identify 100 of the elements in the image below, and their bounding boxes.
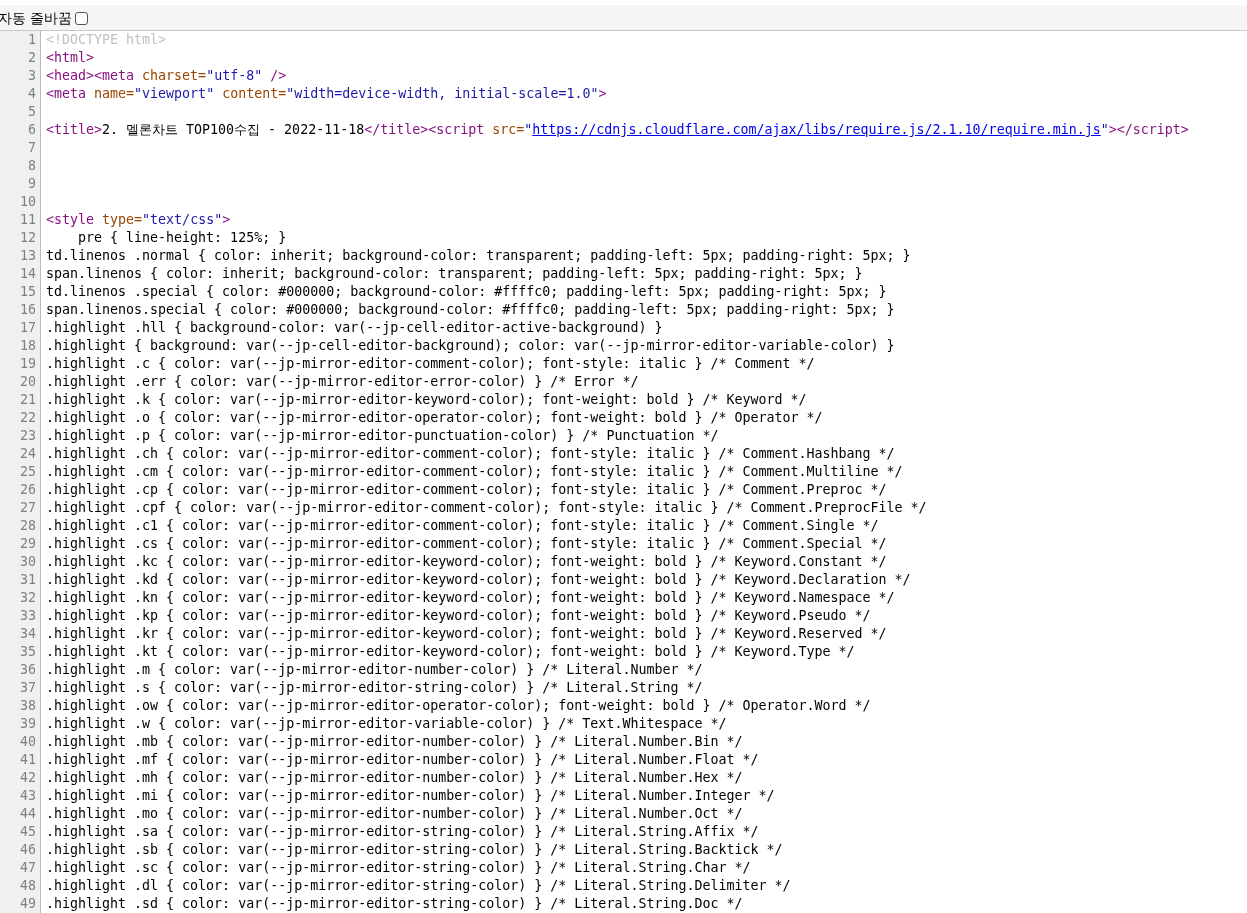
line-number: 27 bbox=[20, 499, 36, 517]
code-text: .highlight .o { color: var(--jp-mirror-editor-operator-color); font-weight: bold } /* Operator */ bbox=[46, 410, 823, 425]
line-number: 25 bbox=[20, 463, 36, 481]
code-text: .highlight .kd { color: var(--jp-mirror-editor-keyword-color); font-weight: bold } /* Keyword.Declaration */ bbox=[46, 572, 911, 587]
code-text: td.linenos .normal { color: inherit; background-color: transparent; padding-left: 5px; padding-right: 5px; } bbox=[46, 248, 911, 263]
code-text: .highlight .dl { color: var(--jp-mirror-editor-string-color) } /* Literal.String.Delimiter */ bbox=[46, 878, 791, 893]
line-number: 24 bbox=[20, 445, 36, 463]
code-text: .highlight { background: var(--jp-cell-editor-background); color: var(--jp-mirror-editor-variable-color) } bbox=[46, 338, 895, 353]
line-number: 9 bbox=[28, 175, 36, 193]
markup-token: <html> bbox=[46, 50, 95, 65]
line-number: 49 bbox=[20, 895, 36, 913]
markup-token: content= bbox=[221, 86, 287, 101]
markup-token: ></script> bbox=[1108, 122, 1189, 137]
code-text: .highlight .kr { color: var(--jp-mirror-editor-keyword-color); font-weight: bold } /* Keyword.Reserved */ bbox=[46, 626, 887, 641]
line-number: 48 bbox=[20, 877, 36, 895]
code-text: .highlight .err { color: var(--jp-mirror-editor-error-color) } /* Error */ bbox=[46, 374, 639, 389]
line-number: 10 bbox=[20, 193, 36, 211]
markup-token: <meta bbox=[46, 86, 87, 101]
markup-token: name= bbox=[93, 86, 135, 101]
link[interactable]: https://cdnjs.cloudflare.com/ajax/libs/require.js/2.1.10/require.min.js bbox=[532, 122, 1101, 137]
markup-token: /> bbox=[269, 68, 287, 83]
line-number: 14 bbox=[20, 265, 36, 283]
markup-token: src= bbox=[491, 122, 525, 137]
code-text: .highlight .hll { background-color: var(--jp-cell-editor-active-background) } bbox=[46, 320, 663, 335]
code-text: .highlight .mf { color: var(--jp-mirror-editor-number-color) } /* Literal.Number.Float */ bbox=[46, 752, 759, 767]
code-text: td.linenos .special { color: #000000; background-color: #ffffc0; padding-left: 5px; padding-right: 5px; } bbox=[46, 284, 887, 299]
line-number: 5 bbox=[28, 103, 36, 121]
code-text: pre { line-height: 125%; } bbox=[77, 230, 287, 245]
code-text: span.linenos.special { color: #000000; background-color: #ffffc0; padding-left: 5px; padding-right: 5px; } bbox=[46, 302, 895, 317]
line-number: 19 bbox=[20, 355, 36, 373]
code-text: .highlight .p { color: var(--jp-mirror-editor-punctuation-color) } /* Punctuation */ bbox=[46, 428, 719, 443]
line-number: 29 bbox=[20, 535, 36, 553]
markup-token: charset= bbox=[141, 68, 207, 83]
markup-token: "viewport" bbox=[134, 86, 215, 101]
code-text: .highlight .cm { color: var(--jp-mirror-editor-comment-color); font-style: italic } /* Comment.Multiline */ bbox=[46, 464, 903, 479]
code-text: .highlight .sc { color: var(--jp-mirror-editor-string-color) } /* Literal.String.Char */ bbox=[46, 860, 751, 875]
markup-token: "text/css" bbox=[142, 212, 223, 227]
line-number: 45 bbox=[20, 823, 36, 841]
line-number: 7 bbox=[28, 139, 36, 157]
line-number: 1 bbox=[28, 31, 36, 49]
line-number: 31 bbox=[20, 571, 36, 589]
line-number: 4 bbox=[28, 85, 36, 103]
code-text: .highlight .kt { color: var(--jp-mirror-editor-keyword-color); font-weight: bold } /* Keyword.Type */ bbox=[46, 644, 855, 659]
code-text: .highlight .s { color: var(--jp-mirror-editor-string-color) } /* Literal.String */ bbox=[46, 680, 703, 695]
code-text: .highlight .sa { color: var(--jp-mirror-editor-string-color) } /* Literal.String.Affix */ bbox=[46, 824, 759, 839]
line-number: 22 bbox=[20, 409, 36, 427]
line-number: 38 bbox=[20, 697, 36, 715]
line-number: 8 bbox=[28, 157, 36, 175]
code-text: .highlight .ch { color: var(--jp-mirror-editor-comment-color); font-style: italic } /* Comment.Hashbang */ bbox=[46, 446, 895, 461]
code-text: .highlight .mb { color: var(--jp-mirror-editor-number-color) } /* Literal.Number.Bin */ bbox=[46, 734, 743, 749]
code-text: .highlight .k { color: var(--jp-mirror-editor-keyword-color); font-weight: bold } /* Keyword */ bbox=[46, 392, 807, 407]
code-text: .highlight .kp { color: var(--jp-mirror-editor-keyword-color); font-weight: bold } /* Keyword.Pseudo */ bbox=[46, 608, 871, 623]
line-number: 33 bbox=[20, 607, 36, 625]
code-text: .highlight .kc { color: var(--jp-mirror-editor-keyword-color); font-weight: bold } /* Keyword.Constant */ bbox=[46, 554, 887, 569]
line-number: 42 bbox=[20, 769, 36, 787]
line-number: 12 bbox=[20, 229, 36, 247]
checkbox[interactable] bbox=[74, 11, 88, 25]
markup-token: <title> bbox=[46, 122, 103, 137]
code-text: .highlight .w { color: var(--jp-mirror-editor-variable-color) } /* Text.Whitespace */ bbox=[46, 716, 727, 731]
markup-token: <style bbox=[46, 212, 95, 227]
line-number: 13 bbox=[20, 247, 36, 265]
markup-token: <head><meta bbox=[46, 68, 135, 83]
line-number: 40 bbox=[20, 733, 36, 751]
line-number: 2 bbox=[28, 49, 36, 67]
markup-token: "width=device-width, initial-scale=1.0" bbox=[286, 86, 599, 101]
code-text: .highlight .cs { color: var(--jp-mirror-editor-comment-color); font-style: italic } /* Comment.Special */ bbox=[46, 536, 887, 551]
code-text: .highlight .c1 { color: var(--jp-mirror-editor-comment-color); font-style: italic } /* Comment.Single */ bbox=[46, 518, 879, 533]
line-number: 16 bbox=[20, 301, 36, 319]
code-text: .highlight .mh { color: var(--jp-mirror-editor-number-color) } /* Literal.Number.Hex */ bbox=[46, 770, 743, 785]
markup-token: " bbox=[1100, 122, 1109, 137]
code-text: .highlight .cp { color: var(--jp-mirror-editor-comment-color); font-style: italic } /* Comment.Preproc */ bbox=[46, 482, 887, 497]
markup-token: <!DOCTYPE html> bbox=[46, 32, 167, 47]
line-number: 30 bbox=[20, 553, 36, 571]
line-number: 37 bbox=[20, 679, 36, 697]
code-text: .highlight .sb { color: var(--jp-mirror-editor-string-color) } /* Literal.String.Backtick */ bbox=[46, 842, 783, 857]
line-number: 41 bbox=[20, 751, 36, 769]
line-number: 26 bbox=[20, 481, 36, 499]
line-number: 34 bbox=[20, 625, 36, 643]
markup-token: > bbox=[222, 212, 231, 227]
line-number: 43 bbox=[20, 787, 36, 805]
markup-token: " bbox=[524, 122, 533, 137]
code-text: .highlight .mo { color: var(--jp-mirror-editor-number-color) } /* Literal.Number.Oct */ bbox=[46, 806, 743, 821]
line-number: 20 bbox=[20, 373, 36, 391]
line-number: 15 bbox=[20, 283, 36, 301]
line-number: 36 bbox=[20, 661, 36, 679]
line-number: 17 bbox=[20, 319, 36, 337]
code-text: span.linenos { color: inherit; background-color: transparent; padding-left: 5px; padding-right: 5px; } bbox=[46, 266, 863, 281]
line-number: 46 bbox=[20, 841, 36, 859]
line-number: 35 bbox=[20, 643, 36, 661]
line-number: 44 bbox=[20, 805, 36, 823]
code-text: .highlight .sd { color: var(--jp-mirror-editor-string-color) } /* Literal.String.Doc */ bbox=[46, 896, 743, 911]
line-number: 23 bbox=[20, 427, 36, 445]
markup-token: </title><script bbox=[364, 122, 485, 137]
code-text: .highlight .c { color: var(--jp-mirror-editor-comment-color); font-style: italic } /* Comment */ bbox=[46, 356, 815, 371]
line-number: 28 bbox=[20, 517, 36, 535]
code-text: .highlight .kn { color: var(--jp-mirror-editor-keyword-color); font-weight: bold } /* Keyword.Namespace */ bbox=[46, 590, 895, 605]
code-text: .highlight .cpf { color: var(--jp-mirror-editor-comment-color); font-style: italic } /* Comment.PreprocFile */ bbox=[46, 500, 927, 515]
line-number: 6 bbox=[28, 121, 36, 139]
line-number: 18 bbox=[20, 337, 36, 355]
line-number: 11 bbox=[20, 211, 36, 229]
